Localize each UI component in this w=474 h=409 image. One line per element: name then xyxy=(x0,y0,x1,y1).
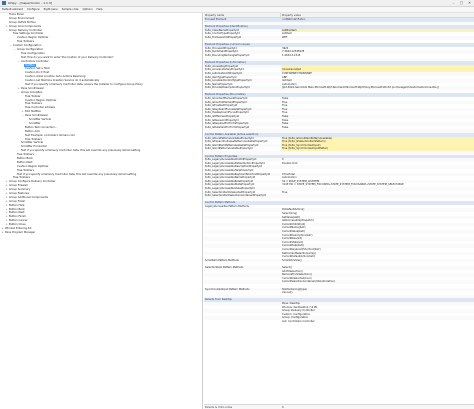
property-row[interactable]: List: Controllers Controller xyxy=(204,320,474,324)
tree-item-label: Text If you specify a Delivery Controlle… xyxy=(17,172,137,176)
app-icon xyxy=(2,1,6,5)
element-tree[interactable]: Trace Panel Group Environment Group AVEVA … xyxy=(0,13,203,409)
window-title: UISpy - [Inspector.bin - 1.1.3] xyxy=(8,1,52,5)
property-name xyxy=(204,320,281,324)
close-button[interactable]: ✕ xyxy=(467,1,472,6)
minimize-button[interactable]: – xyxy=(451,1,456,6)
properties-panel: Property name Property value Focused Ele… xyxy=(204,13,474,409)
title-bar: UISpy - [Inspector.bin - 1.1.3] – □ ✕ xyxy=(0,0,474,7)
menu-configure[interactable]: Configure xyxy=(27,8,40,11)
status-row: Parents & child nodes 9 xyxy=(204,404,474,409)
tree-item-label: Text If you specify a Delivery Controlle… xyxy=(21,149,141,153)
property-value-header[interactable]: Property value xyxy=(281,13,474,17)
menu-sample-code[interactable]: Sample code xyxy=(62,8,79,11)
maximize-button[interactable]: □ xyxy=(459,1,464,6)
tree-item[interactable]: + Pane Program Manager xyxy=(0,231,202,235)
status-value: 9 xyxy=(282,406,284,409)
property-value: List: Controllers Controller xyxy=(282,319,315,323)
tree-item-label: Pane Program Manager xyxy=(5,230,36,234)
property-rows: Focused Element <cdbbrn.Grc5-0x> Element P… xyxy=(204,18,474,323)
menu-right-pane[interactable]: Right pane xyxy=(44,8,58,11)
window-controls: – □ ✕ xyxy=(451,1,472,6)
status-label: Parents & child nodes xyxy=(205,406,233,409)
menu-default-element[interactable]: Default element xyxy=(2,8,23,11)
property-name-header[interactable]: Property name xyxy=(204,13,281,17)
menu-help[interactable]: Help xyxy=(97,8,103,11)
menu-options[interactable]: Options xyxy=(83,8,93,11)
